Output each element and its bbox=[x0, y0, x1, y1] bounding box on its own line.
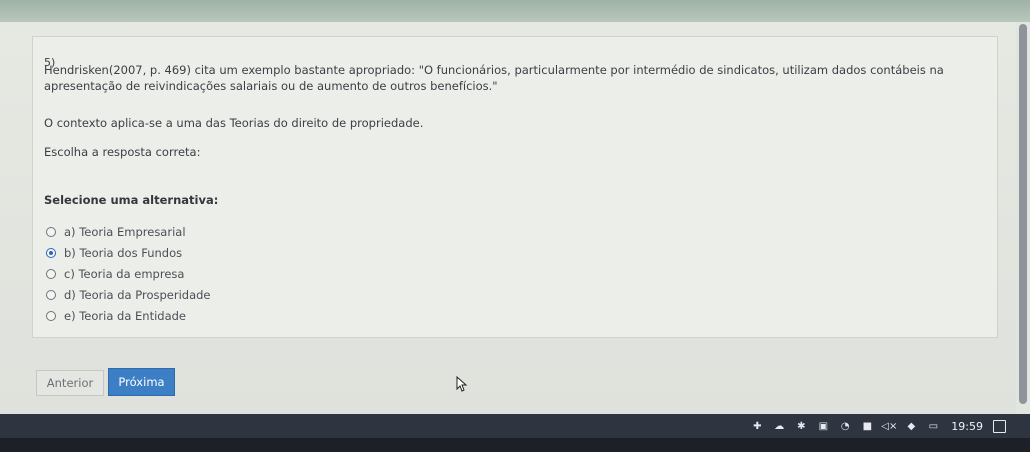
previous-button[interactable]: Anterior bbox=[36, 370, 104, 396]
radio-option-a[interactable] bbox=[46, 227, 56, 237]
option-b[interactable]: b) Teoria dos Fundos bbox=[46, 244, 182, 262]
battery-icon[interactable]: ▭ bbox=[927, 420, 939, 432]
option-a[interactable]: a) Teoria Empresarial bbox=[46, 223, 186, 241]
system-tray: ✚ ☁ ✱ ▣ ◔ ■ ◁× ◆ ▭ 19:59 bbox=[751, 418, 1006, 434]
cloud-icon[interactable]: ☁ bbox=[773, 420, 785, 432]
volume-muted-icon[interactable]: ◁× bbox=[881, 420, 897, 432]
taskbar-clock[interactable]: 19:59 bbox=[951, 420, 983, 433]
option-c[interactable]: c) Teoria da empresa bbox=[46, 265, 184, 283]
security-icon[interactable]: ◆ bbox=[905, 420, 917, 432]
option-e[interactable]: e) Teoria da Entidade bbox=[46, 307, 186, 325]
page-scrollbar[interactable] bbox=[1016, 22, 1030, 414]
wifi-icon[interactable]: ◔ bbox=[839, 420, 851, 432]
app-icon[interactable]: ▣ bbox=[817, 420, 829, 432]
radio-option-c[interactable] bbox=[46, 269, 56, 279]
taskbar: ✚ ☁ ✱ ▣ ◔ ■ ◁× ◆ ▭ 19:59 bbox=[0, 414, 1030, 438]
browser-top-bar bbox=[0, 0, 1030, 22]
option-label: a) Teoria Empresarial bbox=[64, 225, 186, 239]
network-icon[interactable]: ✚ bbox=[751, 420, 763, 432]
puzzle-icon[interactable]: ✱ bbox=[795, 420, 807, 432]
mouse-cursor-icon bbox=[456, 375, 468, 396]
scrollbar-thumb[interactable] bbox=[1019, 24, 1027, 404]
option-label: e) Teoria da Entidade bbox=[64, 309, 187, 323]
question-instruction: Escolha a resposta correta: bbox=[44, 145, 201, 159]
option-label: c) Teoria da empresa bbox=[64, 267, 185, 281]
radio-option-b[interactable] bbox=[46, 248, 56, 258]
antivirus-icon[interactable]: ■ bbox=[861, 420, 873, 432]
next-button[interactable]: Próxima bbox=[108, 368, 175, 396]
question-text: Hendrisken(2007, p. 469) cita um exemplo… bbox=[44, 63, 944, 93]
select-alternative-label: Selecione uma alternativa: bbox=[44, 193, 219, 207]
radio-option-e[interactable] bbox=[46, 311, 56, 321]
option-d[interactable]: d) Teoria da Prosperidade bbox=[46, 286, 211, 304]
notification-icon[interactable] bbox=[993, 419, 1006, 433]
question-context: O contexto aplica-se a uma das Teorias d… bbox=[44, 116, 424, 130]
radio-option-d[interactable] bbox=[46, 290, 56, 300]
option-label: b) Teoria dos Fundos bbox=[64, 246, 183, 260]
option-label: d) Teoria da Prosperidade bbox=[64, 288, 211, 302]
taskbar-bottom-strip bbox=[0, 438, 1030, 452]
